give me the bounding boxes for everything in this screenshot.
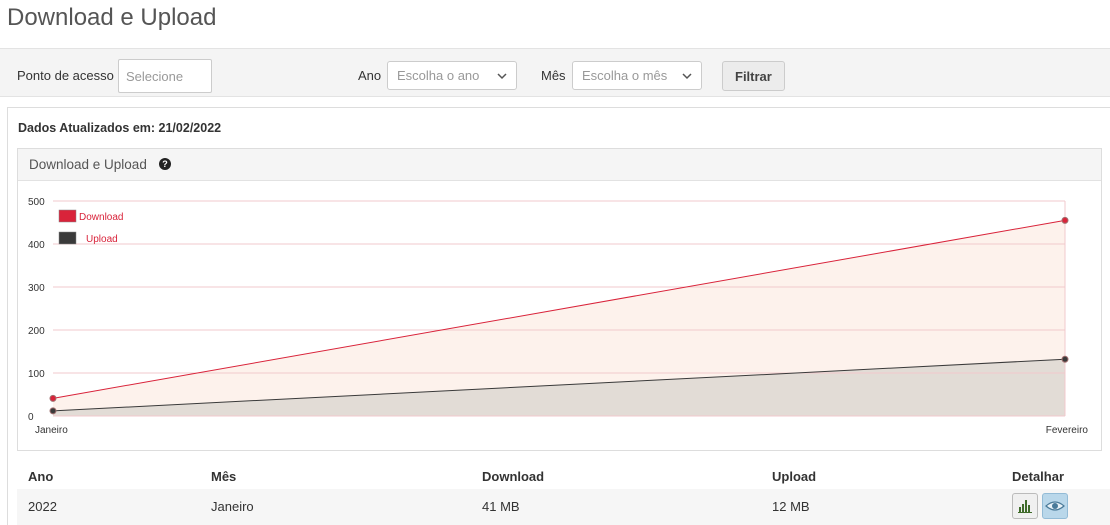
legend-label: Upload — [86, 234, 118, 245]
chart-area: 0 100 200 300 400 500 Janeiro Fevereiro Download… — [28, 197, 1089, 436]
mes-select-value: Escolha o mês — [582, 68, 668, 83]
data-point-download — [49, 394, 57, 402]
ano-label: Ano — [358, 68, 382, 83]
column-header-mes: Mês — [211, 469, 237, 484]
legend-swatch — [58, 231, 77, 245]
cell-upload: 12 MB — [772, 499, 810, 514]
table-row: 2022 Janeiro 41 MB 12 MB — [17, 489, 1110, 525]
y-tick-label: 400 — [28, 240, 45, 251]
data-point-upload — [1061, 355, 1069, 363]
mes-label: Mês — [541, 68, 566, 83]
chevron-down-icon — [682, 73, 692, 80]
x-tick-label: Janeiro — [35, 425, 68, 436]
bar-chart-icon — [1018, 500, 1032, 513]
ano-select[interactable]: Escolha o ano — [387, 61, 517, 90]
data-point-download — [1061, 216, 1069, 224]
filter-button[interactable]: Filtrar — [722, 61, 785, 91]
updated-text: Dados Atualizados em: 21/02/2022 — [18, 121, 222, 135]
legend-label: Download — [79, 212, 123, 223]
data-point-upload — [49, 407, 57, 415]
x-tick-label: Fevereiro — [1046, 425, 1089, 436]
y-tick-label: 200 — [28, 326, 45, 337]
view-details-button[interactable] — [1042, 493, 1068, 519]
filter-bar: Ponto de acesso Selecione Ano Escolha o … — [0, 48, 1110, 97]
y-tick-label: 300 — [28, 283, 45, 294]
y-tick-label: 100 — [28, 369, 45, 380]
chart-box: Download e Upload ? 0 100 200 300 400 500 Jane… — [17, 148, 1102, 451]
legend-swatch — [58, 209, 77, 223]
ponto-label: Ponto de acesso — [17, 68, 114, 83]
column-header-upload: Upload — [772, 469, 817, 484]
chart-header: Download e Upload ? — [18, 149, 1101, 181]
y-tick-label: 500 — [28, 197, 45, 208]
mes-select[interactable]: Escolha o mês — [572, 61, 702, 90]
chevron-down-icon — [497, 73, 507, 80]
cell-mes: Janeiro — [211, 499, 254, 514]
content-panel: Dados Atualizados em: 21/02/2022 Downloa… — [7, 107, 1110, 525]
cell-download: 41 MB — [482, 499, 520, 514]
column-header-ano: Ano — [28, 469, 54, 484]
column-header-download: Download — [482, 469, 545, 484]
chart-title: Download e Upload — [29, 157, 147, 172]
y-tick-label: 0 — [28, 412, 34, 423]
bar-chart-button[interactable] — [1012, 493, 1038, 519]
cell-ano: 2022 — [28, 499, 57, 514]
ponto-input[interactable]: Selecione — [118, 59, 212, 93]
ano-select-value: Escolha o ano — [397, 68, 480, 83]
column-header-detalhar: Detalhar — [1012, 469, 1065, 484]
help-icon[interactable]: ? — [159, 158, 171, 170]
page-title: Download e Upload — [7, 4, 217, 31]
eye-icon — [1045, 501, 1065, 511]
